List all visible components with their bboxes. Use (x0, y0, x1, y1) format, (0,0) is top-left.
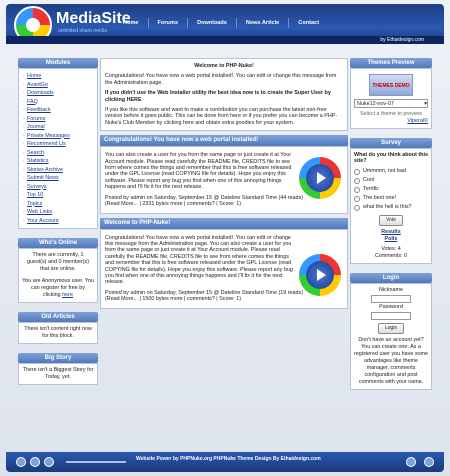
subbar: by Ethaidesign.com (6, 36, 444, 44)
module-link[interactable]: AvantGo (27, 82, 48, 88)
module-link[interactable]: Private Messages (27, 133, 70, 139)
survey-radio[interactable] (354, 177, 360, 184)
survey-option: Terrific (363, 186, 379, 192)
old-articles-title: Old Articles (18, 312, 98, 322)
nav-home[interactable]: Home (114, 18, 148, 28)
seek-bar[interactable] (66, 461, 126, 463)
article-title[interactable]: Welcome to PHP-Nuke! (100, 217, 348, 229)
media-player-icon (299, 157, 341, 200)
module-link[interactable]: Journal (27, 124, 45, 130)
module-link[interactable]: Recommend Us (27, 141, 66, 147)
theme-hint: Select a theme to preview (359, 111, 423, 117)
survey-option: what the hell is this? (363, 204, 412, 210)
whos-online-text: There are currently, 1 guest(s) and 0 me… (26, 252, 89, 272)
whos-online-title: Who's Online (18, 238, 98, 248)
module-link[interactable]: FAQ (27, 99, 38, 105)
welcome-p1: Congratulations! You have now a web port… (105, 73, 337, 86)
module-link[interactable]: Statistics (27, 158, 49, 164)
modules-title: Modules (18, 58, 98, 68)
survey-radio[interactable] (354, 186, 360, 193)
survey-box: What do you think about this site? Ummmm… (350, 148, 432, 264)
header-credit: by Ethaidesign.com (380, 37, 424, 43)
modules-box: Home AvantGo Downloads FAQ Feedback Foru… (18, 68, 98, 229)
survey-radio[interactable] (354, 168, 360, 175)
whos-online-box: There are currently, 1 guest(s) and 0 me… (18, 248, 98, 303)
module-link[interactable]: Search (27, 150, 44, 156)
article-more[interactable]: (Read More... | 2331 bytes more | commen… (105, 201, 343, 207)
module-link[interactable]: Downloads (27, 90, 54, 96)
next-icon[interactable] (44, 457, 54, 467)
account-text: Don't have an account yet? You can creat… (354, 337, 429, 385)
password-input[interactable] (371, 312, 411, 320)
password-label: Password (379, 304, 403, 310)
polls-link[interactable]: Polls (385, 236, 398, 242)
themes-title: Themes Preview (350, 58, 432, 68)
right-column: Themes Preview THEMES DEMO Nuke12-nov-07… (350, 58, 432, 390)
page: MediaSite unlimited share media Home For… (0, 0, 450, 476)
module-link[interactable]: Submit News (27, 175, 59, 181)
modules-list: Home AvantGo Downloads FAQ Feedback Foru… (22, 72, 94, 225)
footer-text: Website Power by PHPNuke.org PHPNuke The… (136, 456, 321, 462)
survey-radio[interactable] (354, 204, 360, 211)
nickname-input[interactable] (371, 295, 411, 303)
login-button[interactable]: Login (377, 323, 405, 334)
welcome-p3: If you like this software and want to ma… (105, 107, 338, 126)
site-tagline: unlimited share media (58, 28, 107, 34)
main-nav: Home Forums Downloads News Article Conta… (114, 18, 328, 28)
comments-count: Comments: 0 (374, 253, 408, 259)
nav-news-article[interactable]: News Article (235, 18, 288, 28)
nav-downloads[interactable]: Downloads (187, 18, 236, 28)
module-link[interactable]: Surveys (27, 184, 46, 190)
play-icon[interactable] (16, 457, 26, 467)
themes-box: THEMES DEMO Nuke12-nov-07 ▾ Select a them… (350, 68, 432, 129)
old-articles-text: There isn't content right now for this b… (18, 322, 98, 344)
fullscreen-icon[interactable] (424, 457, 434, 467)
article-title[interactable]: Congratulations! You have now a web port… (100, 135, 348, 147)
big-story-text: There isn't a Biggest Story for Today, y… (18, 363, 98, 385)
module-link[interactable]: Your Account (27, 218, 59, 224)
article-more[interactable]: (Read More... | 1500 bytes more | commen… (105, 296, 343, 302)
left-column: Modules Home AvantGo Downloads FAQ Feedb… (18, 58, 98, 385)
nickname-label: Nickname (379, 287, 403, 293)
footer: Website Power by PHPNuke.org PHPNuke The… (6, 452, 444, 472)
big-story-title: Big Story (18, 353, 98, 363)
module-link[interactable]: Feedback (27, 107, 51, 113)
module-link[interactable]: Forums (27, 116, 45, 122)
article-body: Congratulations! You have now a web port… (100, 228, 348, 309)
viperal-link[interactable]: Viperal© (407, 118, 428, 124)
module-link[interactable]: Home (27, 73, 41, 79)
survey-option: Ummmm, not bad (363, 168, 406, 174)
anon-text: You are Anonymous user. You can register… (22, 278, 94, 298)
theme-select[interactable]: Nuke12-nov-07 ▾ (354, 99, 428, 108)
results-link[interactable]: Results (381, 229, 400, 235)
theme-badge: THEMES DEMO (369, 74, 413, 96)
survey-option: Cool (363, 177, 375, 183)
article-body: You can also create a user for you from … (100, 146, 348, 214)
chevron-down-icon: ▾ (424, 101, 427, 107)
welcome-title: Welcome to PHP-Nuke! (194, 63, 254, 69)
nav-contact[interactable]: Contact (288, 18, 328, 28)
module-link[interactable]: Stories Archive (27, 167, 63, 173)
welcome-p2: If you didn't use the Web Installer util… (105, 90, 331, 103)
survey-question: What do you think about this site? (354, 152, 428, 164)
register-link[interactable]: here (62, 292, 73, 298)
media-player-icon (299, 253, 341, 296)
survey-title: Survey (350, 138, 432, 148)
center-column: Welcome to PHP-Nuke! Congratulations! Yo… (100, 58, 348, 309)
vote-button[interactable]: Vote (378, 215, 403, 226)
survey-option: The best one! (363, 195, 396, 201)
welcome-panel: Welcome to PHP-Nuke! Congratulations! Yo… (100, 58, 348, 132)
stop-icon[interactable] (30, 457, 40, 467)
module-link[interactable]: Topics (27, 201, 42, 207)
login-box: Nickname Password Login Don't have an ac… (350, 283, 432, 390)
volume-icon[interactable] (406, 457, 416, 467)
login-title: Login (350, 273, 432, 283)
nav-forums[interactable]: Forums (147, 18, 188, 28)
module-link[interactable]: Top 10 (27, 192, 43, 198)
survey-radio[interactable] (354, 195, 360, 202)
votes-count: Votes: 4 (381, 246, 401, 252)
module-link[interactable]: Web Links (27, 209, 52, 215)
